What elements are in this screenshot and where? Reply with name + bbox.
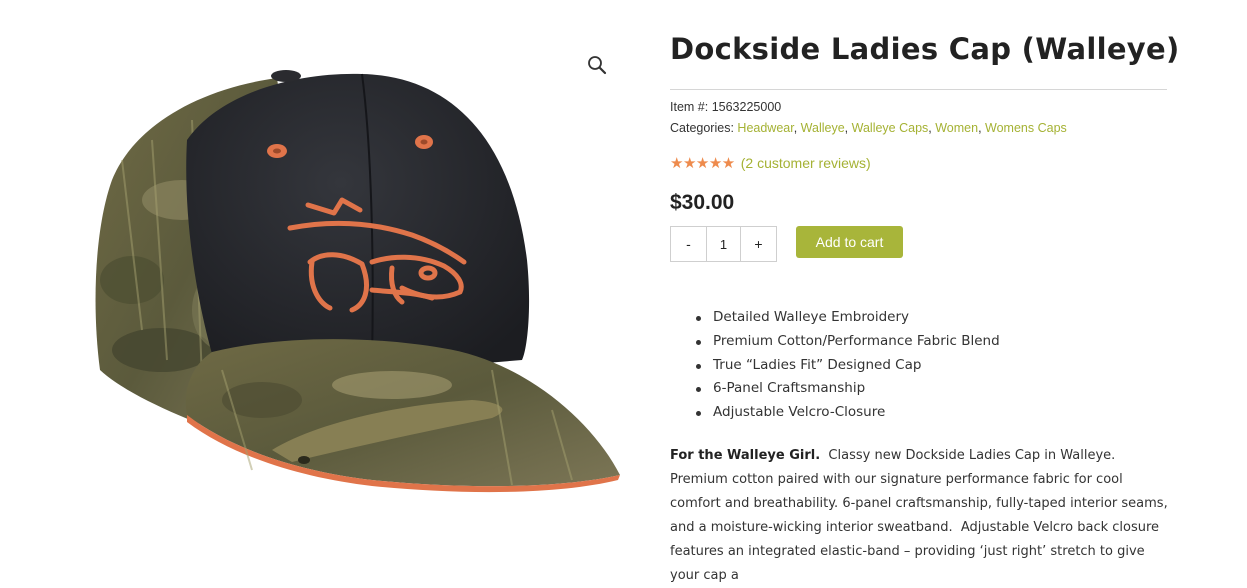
quantity-stepper: - 1 + (670, 226, 777, 262)
description-lead: For the Walleye Girl. (670, 448, 821, 463)
description-body: Classy new Dockside Ladies Cap in Walley… (670, 448, 1168, 583)
product-gallery (72, 30, 632, 569)
quantity-decrease-button[interactable]: - (671, 227, 706, 261)
category-link-walleye-caps[interactable]: Walleye Caps (852, 121, 929, 135)
categories-label: Categories: (670, 121, 734, 135)
product-rating: ★★★★★ (2 customer reviews) (670, 154, 871, 172)
title-divider (670, 89, 1167, 90)
quantity-increase-button[interactable]: + (741, 227, 776, 261)
product-price: $30.00 (670, 191, 735, 214)
category-separator: , (978, 121, 986, 135)
categories: Categories: Headwear, Walleye, Walleye C… (670, 121, 1067, 135)
category-link-headwear[interactable]: Headwear (737, 121, 793, 135)
feature-list: Detailed Walleye Embroidery Premium Cott… (696, 306, 1000, 425)
product-image[interactable] (72, 30, 632, 569)
feature-item: Adjustable Velcro-Closure (696, 401, 1000, 425)
feature-item: 6-Panel Craftsmanship (696, 377, 1000, 401)
magnifier-icon (588, 56, 607, 75)
category-separator: , (844, 121, 852, 135)
quantity-input[interactable]: 1 (706, 227, 741, 261)
product-title: Dockside Ladies Cap (Walleye) (670, 32, 1180, 66)
product-description: For the Walleye Girl. Classy new Docksid… (670, 444, 1170, 588)
category-link-walleye[interactable]: Walleye (801, 121, 845, 135)
customer-reviews-link[interactable]: (2 customer reviews) (741, 155, 871, 171)
item-number-value: 1563225000 (711, 100, 782, 114)
add-to-cart-button[interactable]: Add to cart (796, 226, 903, 258)
item-number-label: Item #: (670, 100, 709, 114)
item-number: Item #: 1563225000 (670, 100, 781, 114)
zoom-button[interactable] (585, 53, 611, 79)
category-link-women[interactable]: Women (935, 121, 978, 135)
feature-item: True “Ladies Fit” Designed Cap (696, 354, 1000, 378)
category-link-womens-caps[interactable]: Womens Caps (985, 121, 1067, 135)
category-separator: , (793, 121, 801, 135)
feature-item: Premium Cotton/Performance Fabric Blend (696, 330, 1000, 354)
feature-item: Detailed Walleye Embroidery (696, 306, 1000, 330)
star-rating-icon: ★★★★★ (670, 155, 735, 172)
